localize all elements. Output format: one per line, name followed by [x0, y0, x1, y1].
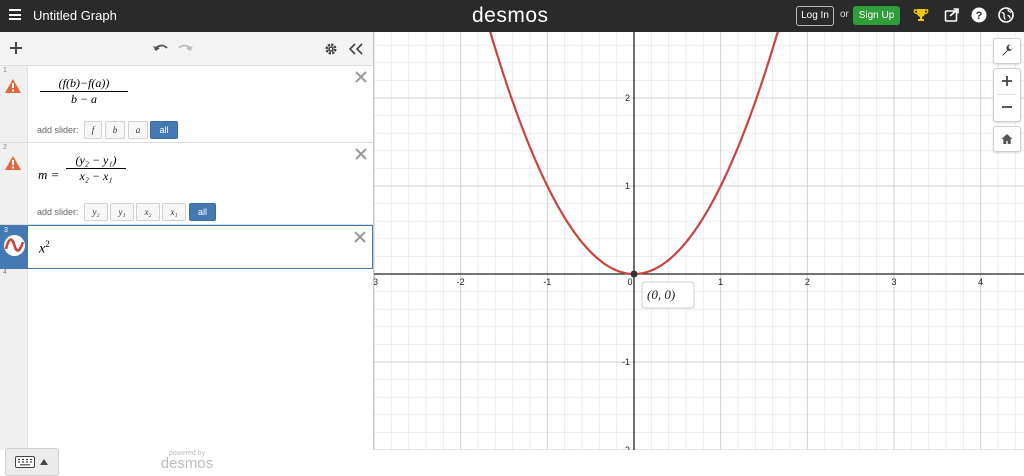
keyboard-icon [15, 456, 35, 468]
zoom-out-icon[interactable] [1001, 101, 1013, 113]
collapse-icon[interactable] [348, 42, 364, 56]
expression-formula[interactable]: (f(b)−f(a)) b − a [40, 76, 128, 107]
y-tick-label: -1 [622, 357, 630, 367]
expression-row-3[interactable]: 3 x2 [0, 225, 373, 269]
x-tick-label: 1 [718, 277, 723, 287]
expression-row-1[interactable]: 1 (f(b)−f(a)) b − a add slider: f b a al… [0, 66, 373, 143]
slider-chip-all[interactable]: all [150, 121, 178, 139]
home-icon [1001, 134, 1013, 144]
x-tick-label: 4 [978, 277, 983, 287]
x-tick-label: -3 [374, 277, 378, 287]
slider-chip-b[interactable]: b [105, 121, 125, 139]
x-tick-label: -2 [457, 277, 465, 287]
expression-formula[interactable]: x2 [39, 239, 50, 258]
fraction-numerator: (f(b)−f(a)) [58, 76, 110, 90]
x-tick-label: 0 [627, 277, 632, 287]
graph-canvas[interactable]: -3 -2 -1 0 1 2 3 4 2 1 -1 -2 (0, 0) [370, 5, 1024, 455]
slider-chip-x1[interactable]: x₁ [162, 203, 186, 221]
settings-icon[interactable] [324, 42, 338, 56]
signup-button[interactable]: Sign Up [853, 6, 900, 25]
graph-title[interactable]: Untitled Graph [33, 8, 117, 23]
wrench-icon [1002, 44, 1013, 56]
slope-lhs: m = [38, 167, 60, 182]
top-bar: Untitled Graph desmos Log In or Sign Up … [0, 0, 1024, 32]
warning-icon[interactable] [4, 155, 22, 171]
minor-gridlines [374, 32, 1024, 450]
warning-icon[interactable] [4, 78, 22, 94]
keyboard-toggle-button[interactable] [5, 448, 59, 476]
fraction-denominator: x₂ − x₁ [79, 169, 113, 183]
caret-up-icon [40, 459, 48, 465]
major-gridlines [373, 32, 1024, 451]
zoom-in-icon[interactable] [1001, 75, 1013, 87]
redo-icon[interactable] [178, 42, 194, 54]
menu-icon[interactable] [9, 9, 21, 20]
x-tick-label: -1 [543, 277, 551, 287]
powered-by: powered by desmos [152, 450, 222, 472]
x-tick-label: 2 [805, 277, 810, 287]
fraction-denominator: b − a [70, 92, 98, 106]
share-icon[interactable] [943, 6, 961, 24]
delete-expression-icon[interactable] [353, 230, 367, 244]
help-icon[interactable]: ? [970, 6, 988, 24]
expression-index: 1 [3, 67, 7, 74]
powered-by-brand: desmos [160, 455, 214, 472]
add-slider-label: add slider: [37, 207, 79, 217]
expression-formula[interactable]: (y₂ − y₁) x₂ − x₁ [66, 153, 126, 184]
slider-chip-a[interactable]: a [128, 121, 148, 139]
formula-exponent: 2 [45, 239, 50, 249]
delete-expression-icon[interactable] [354, 147, 368, 161]
y-tick-label: -2 [622, 445, 630, 450]
language-icon[interactable] [997, 6, 1015, 24]
slider-chip-y2[interactable]: y₂ [84, 203, 108, 221]
add-slider-label: add slider: [37, 125, 79, 135]
expression-index-4: 4 [3, 269, 7, 276]
expression-panel: 1 (f(b)−f(a)) b − a add slider: f b a al… [0, 32, 374, 476]
point-label-text: (0, 0) [647, 287, 675, 302]
zoom-controls [993, 68, 1021, 122]
graph-settings-button[interactable] [993, 38, 1021, 64]
curve-visibility-icon[interactable] [3, 234, 26, 257]
point-label: (0, 0) [641, 281, 695, 309]
fraction-numerator: (y₂ − y₁) [75, 153, 117, 167]
trophy-icon[interactable] [912, 6, 930, 24]
slider-chip-all[interactable]: all [189, 203, 216, 221]
add-icon[interactable] [9, 41, 23, 55]
slider-chip-x2[interactable]: x₂ [136, 203, 160, 221]
x-tick-label: 3 [891, 277, 896, 287]
brand-logo: desmos [472, 4, 549, 27]
zoom-divider [998, 94, 1016, 95]
origin-point[interactable] [630, 270, 638, 278]
expression-row-2[interactable]: 2 m = (y₂ − y₁) x₂ − x₁ add slider: y₂ y… [0, 143, 373, 225]
slider-chip-y1[interactable]: y₁ [110, 203, 134, 221]
expression-index: 3 [4, 227, 8, 234]
expression-index: 2 [3, 144, 7, 151]
delete-expression-icon[interactable] [354, 70, 368, 84]
slider-chip-f[interactable]: f [84, 121, 102, 139]
graph-paper[interactable]: -3 -2 -1 0 1 2 3 4 2 1 -1 -2 (0, 0) [370, 5, 1024, 455]
panel-header [0, 32, 373, 66]
y-tick-label: 2 [625, 93, 630, 103]
undo-icon[interactable] [152, 42, 168, 54]
or-label: or [840, 9, 849, 20]
axes [374, 32, 1024, 450]
login-button[interactable]: Log In [796, 6, 834, 26]
home-button[interactable] [993, 126, 1021, 152]
svg-text:?: ? [976, 10, 983, 22]
y-tick-label: 1 [625, 181, 630, 191]
